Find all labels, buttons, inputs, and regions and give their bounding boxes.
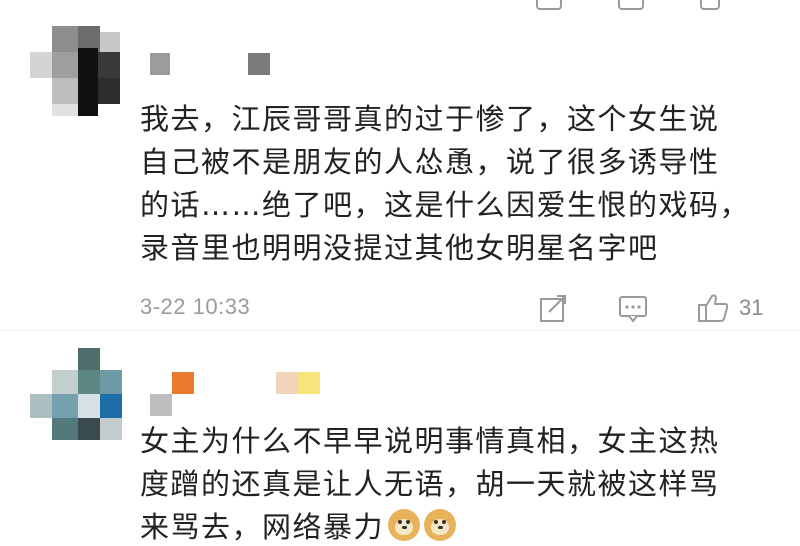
reply-button[interactable] (617, 292, 649, 324)
comment-text-line: 的话……绝了吧，这是什么因爱生恨的戏码， (140, 188, 751, 222)
thumbs-up-icon[interactable] (700, 0, 720, 10)
username-masked[interactable] (150, 372, 330, 416)
like-button[interactable]: 31 (697, 292, 763, 324)
share-button[interactable] (537, 292, 569, 324)
doge-emoji (388, 509, 421, 541)
comment-text-line: 录音里也明明没提过其他女明星名字吧 (140, 231, 659, 265)
previous-comment-actions (0, 0, 800, 14)
comment-text-line: 自己被不是朋友的人怂恿，说了很多诱导性 (140, 145, 720, 179)
comment-text-line: 我去，江辰哥哥真的过于惨了，这个女生说 (140, 102, 720, 136)
comment-text-line: 女主为什么不早早说明事情真相，女主这热 (140, 424, 720, 458)
thumbs-up-icon (698, 294, 729, 322)
share-icon (540, 295, 566, 322)
comment-icon (619, 296, 647, 323)
comment-text: 我去，江辰哥哥真的过于惨了，这个女生说 自己被不是朋友的人怂恿，说了很多诱导性 … (140, 98, 760, 270)
comment-text-line: 度蹭的还真是让人无语，胡一天就被这样骂 (140, 467, 720, 501)
comment-text-line: 来骂去，网络暴力 (140, 506, 760, 546)
doge-emoji (424, 509, 457, 541)
avatar[interactable] (30, 348, 124, 448)
username-masked[interactable] (150, 53, 270, 75)
share-icon[interactable] (536, 0, 562, 10)
comment-meta: 3-22 10:33 31 (140, 292, 780, 326)
timestamp: 3-22 10:33 (140, 294, 251, 319)
comment-icon[interactable] (618, 0, 644, 10)
like-count: 31 (739, 295, 764, 320)
comment-text: 女主为什么不早早说明事情真相，女主这热 度蹭的还真是让人无语，胡一天就被这样骂 … (140, 420, 760, 546)
comment-divider (0, 330, 800, 331)
comment-text-fragment: 来骂去，网络暴力 (140, 510, 385, 544)
avatar[interactable] (30, 26, 124, 116)
